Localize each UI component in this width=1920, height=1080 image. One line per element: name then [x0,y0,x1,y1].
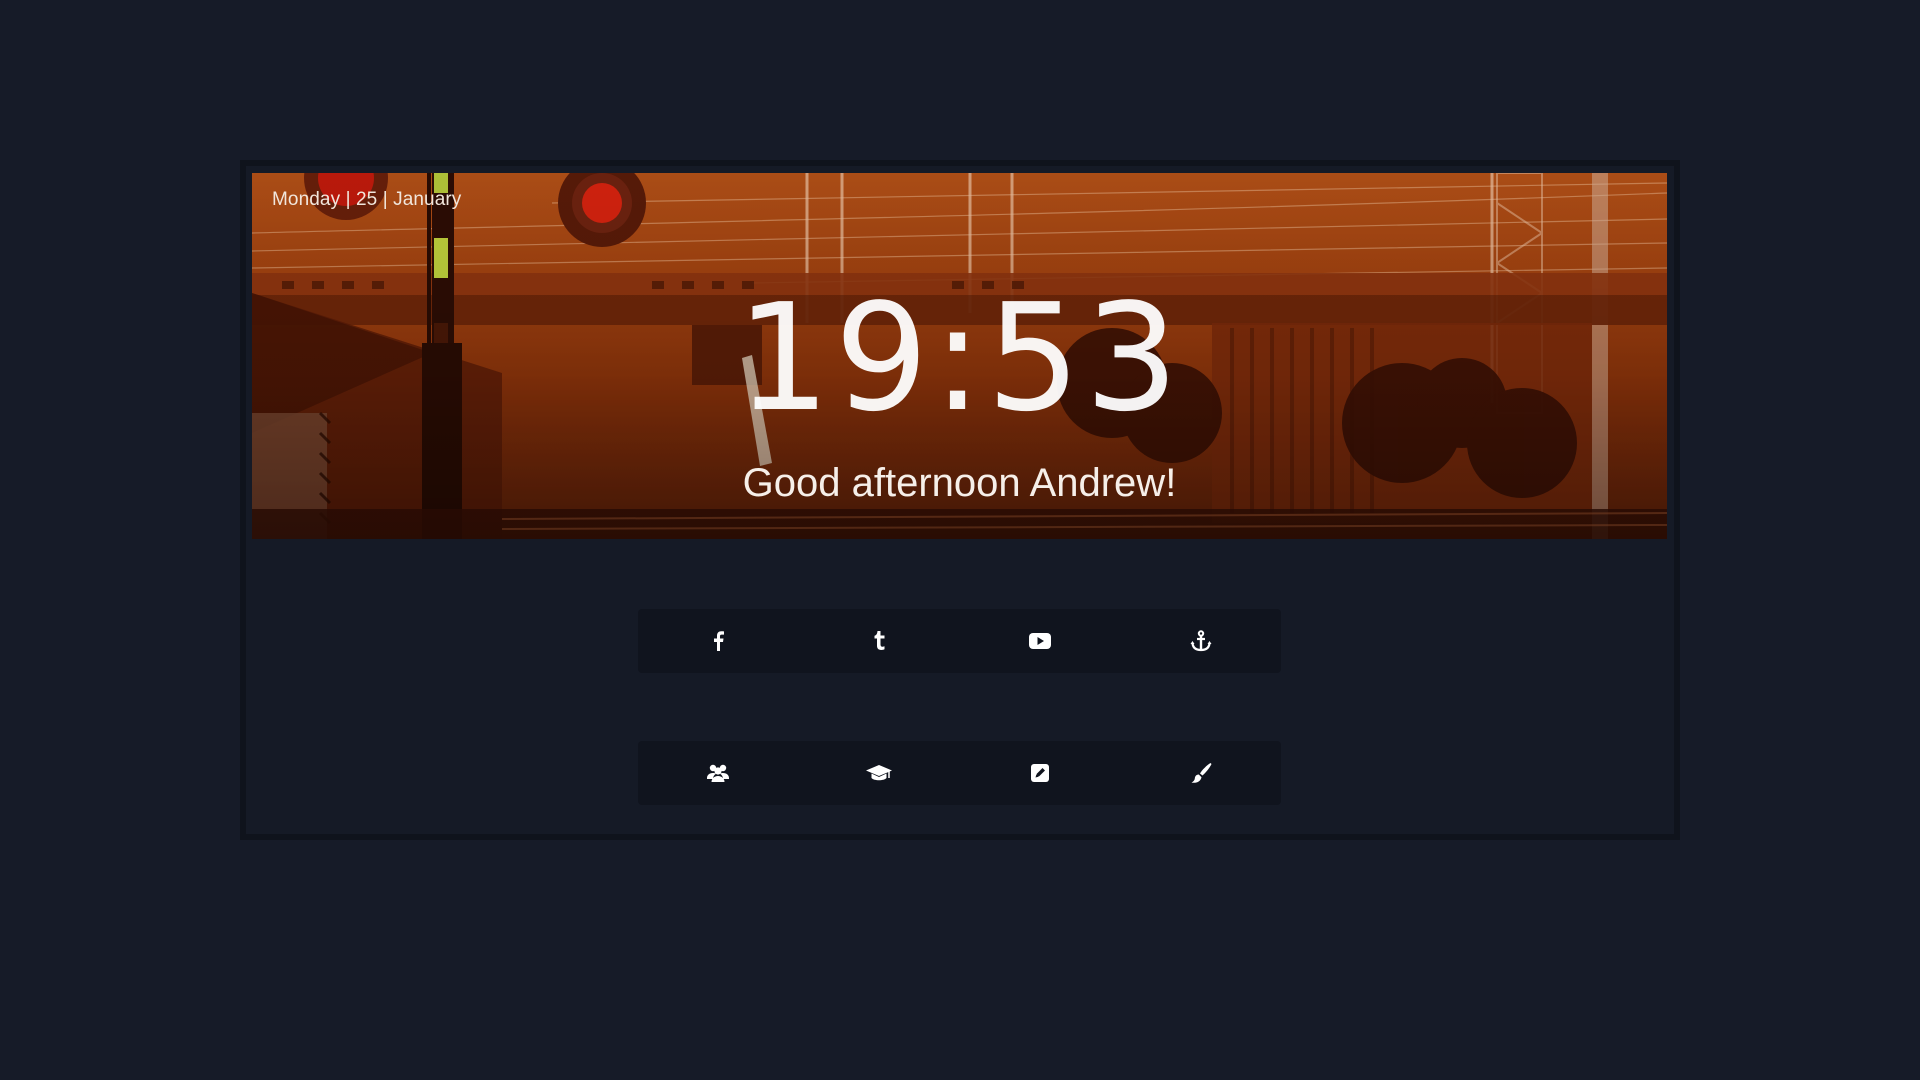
clock-time: 19:53 [736,272,1183,444]
graduation-cap-icon [866,765,893,781]
facebook-link[interactable] [698,621,738,661]
youtube-icon [1028,633,1051,649]
anchor-link[interactable] [1181,621,1221,661]
hero-banner: Monday | 25 | January 19:53 Good afterno… [252,173,1667,539]
design-link[interactable] [1181,753,1221,793]
facebook-icon [714,631,725,651]
users-icon [707,764,730,782]
tumblr-link[interactable] [859,621,899,661]
social-links-bar [638,609,1281,673]
tools-links-bar [638,741,1281,805]
anchor-icon [1190,630,1212,652]
paint-brush-icon [1191,763,1212,783]
tumblr-icon [874,631,885,650]
clock-display: 19:53 [252,283,1667,433]
greeting-text: Good afternoon Andrew! [742,461,1177,505]
edit-link[interactable] [1020,753,1060,793]
date-label: Monday | 25 | January [272,189,462,210]
community-link[interactable] [698,753,738,793]
youtube-link[interactable] [1020,621,1060,661]
education-link[interactable] [859,753,899,793]
edit-icon [1030,764,1049,782]
